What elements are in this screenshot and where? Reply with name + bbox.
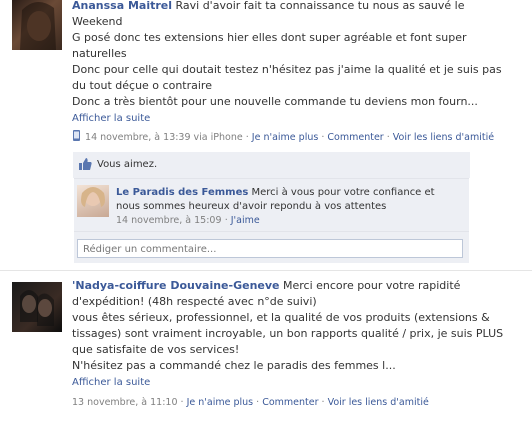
post-text-line: Weekend [72, 15, 123, 28]
post-meta: 14 novembre, à 13:39 via iPhone · Je n'a… [72, 130, 532, 143]
comment-reply: Le Paradis des Femmes Merci à vous pour … [74, 178, 469, 231]
mobile-phone-icon [73, 130, 80, 141]
post-text-line: vous êtes sérieux, professionnel, et la … [72, 311, 490, 324]
friendship-link[interactable]: Voir les liens d'amitié [393, 132, 494, 143]
comment-text: Merci à vous pour votre confiance et [251, 187, 435, 198]
commenter-avatar[interactable] [77, 185, 109, 217]
post-text-line: du tout déçue o contraire [72, 79, 212, 92]
see-more-link[interactable]: Afficher la suite [72, 113, 150, 124]
post-1: Ananssa Maitrel Ravi d'avoir fait ta con… [0, 0, 532, 268]
comment-link[interactable]: Commenter [327, 132, 383, 143]
timestamp[interactable]: 13 novembre, à 11:10 [72, 397, 178, 408]
post-text-line: d'expédition! (48h respecté avec n°de su… [72, 295, 317, 308]
post-text-line: Merci encore pour votre rapidité [283, 279, 461, 292]
post-text-line: naturelles [72, 47, 127, 60]
post-text-line: Ravi d'avoir fait ta connaissance tu nou… [175, 0, 465, 12]
post-text-line: tissages) sont vraiment incroyable, un b… [72, 327, 504, 340]
post-text-line: G posé donc tes extensions hier elles do… [72, 31, 467, 44]
avatar[interactable] [12, 282, 62, 332]
post-meta: 13 novembre, à 11:10 · Je n'aime plus · … [72, 397, 429, 408]
timestamp[interactable]: 14 novembre, à 13:39 via iPhone [85, 132, 243, 143]
post-text-line: que satisfaite de vos services! [72, 343, 240, 356]
comment-text: nous sommes heureux d'avoir repondu à vo… [116, 201, 387, 212]
avatar-photo-icon [20, 1, 56, 50]
see-more-link[interactable]: Afficher la suite [72, 377, 150, 388]
unlike-link[interactable]: Je n'aime plus [252, 132, 319, 143]
comment-input[interactable]: Rédiger un commentaire... [77, 239, 463, 258]
post-author-link[interactable]: Ananssa Maitrel [72, 0, 172, 12]
commenter-name-link[interactable]: Le Paradis des Femmes [116, 187, 248, 198]
post-body: Ananssa Maitrel Ravi d'avoir fait ta con… [72, 0, 522, 127]
post-author-link[interactable]: 'Nadya-coiffure Douvaine-Geneve [72, 279, 280, 292]
comment-time[interactable]: 14 novembre, à 15:09 [116, 215, 222, 226]
avatar-photo-icon [81, 187, 105, 207]
avatar-photo-icon [20, 290, 54, 326]
comment-link[interactable]: Commenter [262, 397, 318, 408]
likes-box: Vous aimez. [73, 152, 470, 178]
post-text-line: Donc a très bientôt pour une nouvelle co… [72, 95, 478, 108]
unlike-link[interactable]: Je n'aime plus [187, 397, 254, 408]
post-body: 'Nadya-coiffure Douvaine-Geneve Merci en… [72, 278, 527, 391]
post-text-line: Donc pour celle qui doutait testez n'hés… [72, 63, 502, 76]
thumbs-up-icon [79, 158, 92, 170]
post-text-line: N'hésitez pas a commandé chez le paradis… [72, 359, 396, 372]
likes-text: Vous aimez. [97, 159, 158, 170]
avatar[interactable] [12, 0, 62, 50]
comment-like-link[interactable]: J'aime [231, 215, 260, 226]
post-2: 'Nadya-coiffure Douvaine-Geneve Merci en… [0, 276, 532, 422]
post-divider [0, 270, 532, 271]
friendship-link[interactable]: Voir les liens d'amitié [328, 397, 429, 408]
